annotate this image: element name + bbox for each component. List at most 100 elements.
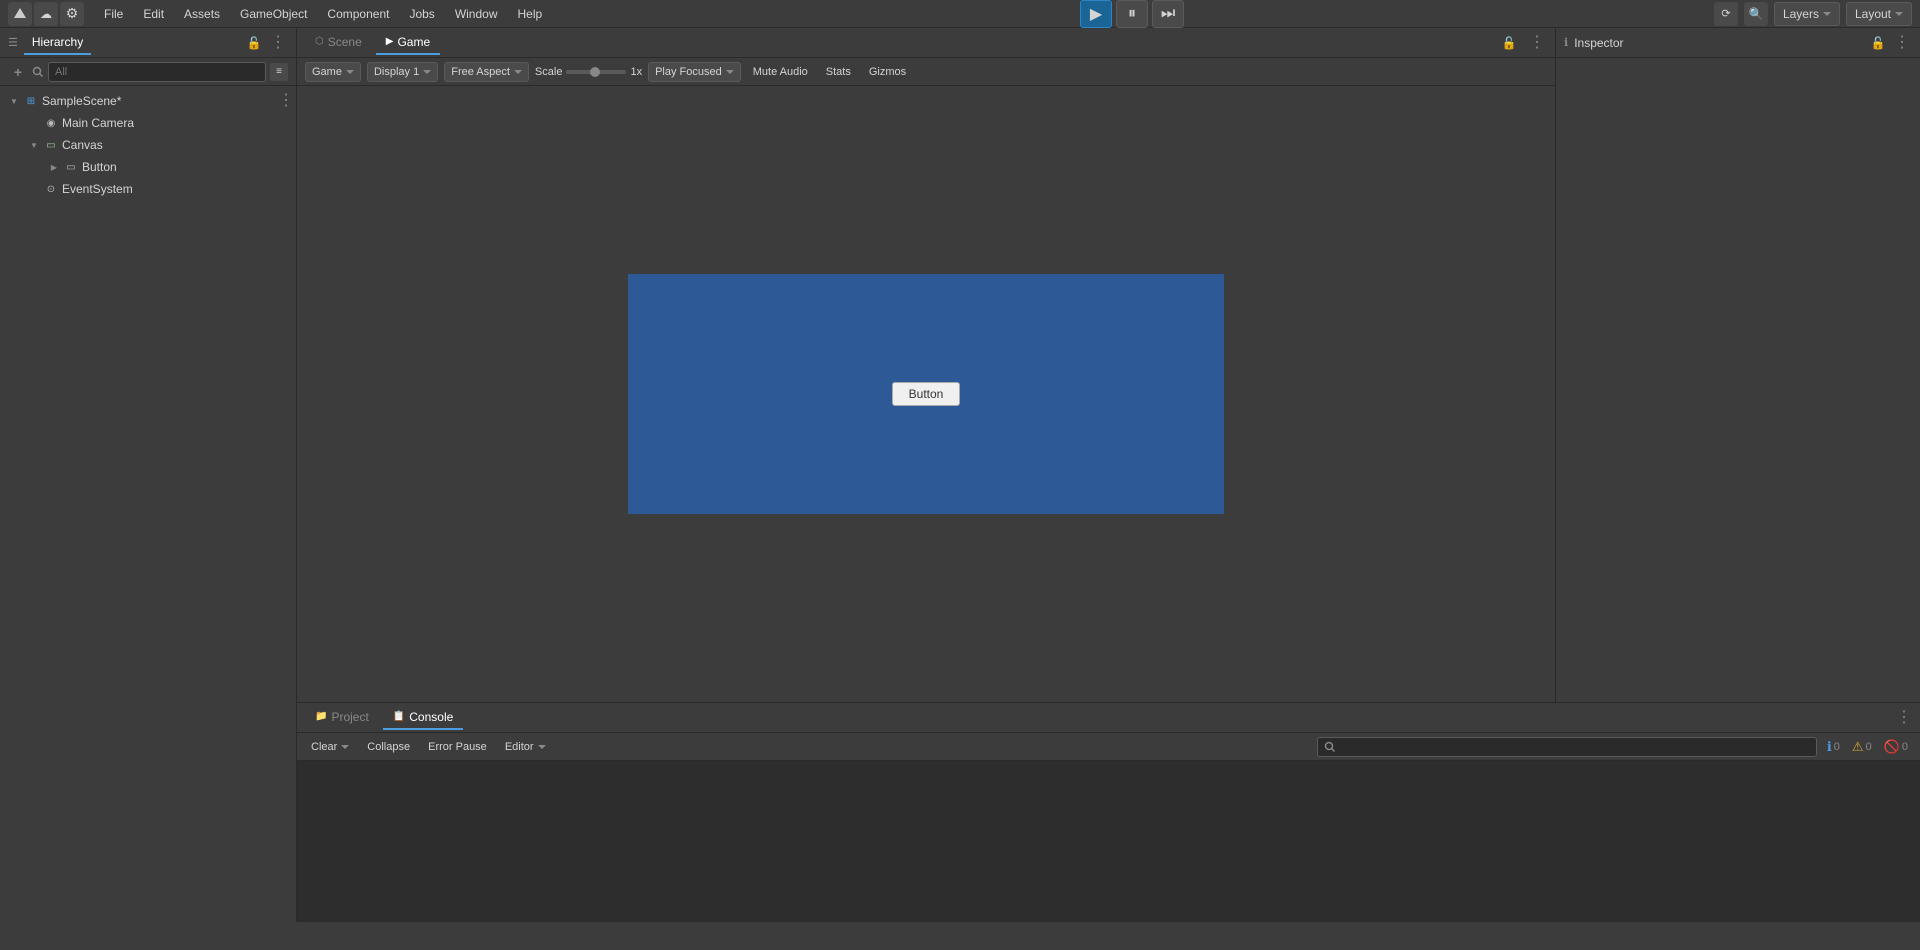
layout-label: Layout (1855, 7, 1891, 21)
collapse-btn[interactable]: Collapse (361, 739, 416, 755)
scene-tab[interactable]: ⬡ Scene (305, 31, 372, 55)
error-pause-btn[interactable]: Error Pause (422, 739, 493, 755)
jobs-menu[interactable]: Jobs (401, 5, 442, 23)
inspector-more-btn[interactable]: ⋮ (1892, 33, 1912, 53)
warn-count: 0 (1866, 741, 1872, 753)
hierarchy-panel: ☰ Hierarchy 🔓 ⋮ + ≡ ▼ ⊞ (0, 28, 297, 922)
scale-control: Scale 1x (535, 66, 642, 78)
console-warn-filter[interactable]: ⚠ 0 (1848, 737, 1876, 757)
inspector-header: ℹ Inspector 🔓 ⋮ (1556, 28, 1920, 58)
hierarchy-search-bar: + ≡ (0, 58, 296, 86)
project-tab-label: Project (331, 710, 368, 724)
tree-item-canvas[interactable]: ▼ ▭ Canvas (0, 134, 296, 156)
layers-dropdown[interactable]: Layers (1774, 2, 1840, 26)
view-more-btn[interactable]: ⋮ (1527, 33, 1547, 53)
scale-slider[interactable] (566, 70, 626, 74)
tree-item-eventsystem[interactable]: ▶ ⊙ EventSystem (0, 178, 296, 200)
center-panel: ⬡ Scene ▶ Game 🔓 ⋮ (297, 28, 1555, 702)
eventsystem-icon: ⊙ (44, 182, 58, 196)
play-focused-dropdown[interactable]: Play Focused (648, 62, 741, 82)
window-menu[interactable]: Window (447, 5, 506, 23)
hierarchy-header: ☰ Hierarchy 🔓 ⋮ (0, 28, 296, 58)
console-error-filter[interactable]: 🚫 0 (1880, 737, 1912, 757)
game-dropdown[interactable]: Game (305, 62, 361, 82)
console-content (297, 761, 1920, 922)
arrow-button: ▶ (48, 161, 60, 173)
project-tab[interactable]: 📁 Project (305, 706, 379, 730)
tree-label-maincamera: Main Camera (62, 116, 134, 130)
arrow-canvas: ▼ (28, 139, 40, 151)
inspector-panel: ℹ Inspector 🔓 ⋮ (1555, 28, 1920, 702)
collapse-btn-label: Collapse (367, 741, 410, 753)
game-viewport: Button (297, 86, 1555, 702)
clear-btn-label: Clear (311, 741, 337, 753)
mute-audio-btn[interactable]: Mute Audio (747, 64, 814, 80)
editor-label: Editor (505, 741, 534, 753)
canvas-icon: ▭ (44, 138, 58, 152)
help-menu[interactable]: Help (510, 5, 551, 23)
component-menu[interactable]: Component (319, 5, 397, 23)
ui-button-widget[interactable]: Button (892, 382, 961, 406)
actual-menu-bar: ☁ ⚙ File Edit Assets GameObject Componen… (0, 0, 1920, 28)
console-toolbar: Clear Collapse Error Pause Editor (297, 733, 1920, 761)
search-global-btn[interactable]: ⚙ (60, 2, 84, 26)
hierarchy-panel-controls: 🔓 ⋮ (244, 33, 288, 53)
hierarchy-tab-label: Hierarchy (32, 35, 83, 49)
console-info-filter[interactable]: ℹ 0 (1823, 737, 1844, 757)
gizmos-btn[interactable]: Gizmos (863, 64, 912, 80)
layout-dropdown[interactable]: Layout (1846, 2, 1912, 26)
console-tab[interactable]: 📋 Console (383, 706, 463, 730)
info-count: 0 (1834, 741, 1840, 753)
tree-label-button: Button (82, 160, 117, 174)
hierarchy-lock-btn[interactable]: 🔓 (244, 33, 264, 53)
history-btn[interactable]: ⟳ (1714, 2, 1738, 26)
scene-tab-label: Scene (328, 35, 362, 49)
search-btn[interactable]: 🔍 (1744, 2, 1768, 26)
inspector-title: Inspector (1574, 36, 1623, 50)
game-tab-icon: ▶ (386, 36, 394, 47)
hierarchy-add-btn[interactable]: + (8, 62, 28, 82)
scene-options-btn[interactable]: ⋮ (276, 91, 296, 111)
pause-button[interactable]: ⏸ (1116, 0, 1148, 28)
game-tab-label: Game (397, 35, 430, 49)
unity-icon[interactable] (8, 2, 32, 26)
display-label: Display 1 (374, 66, 419, 78)
clear-btn[interactable]: Clear (305, 739, 355, 755)
step-button[interactable]: ⏭ (1152, 0, 1184, 28)
play-button[interactable]: ▶ (1080, 0, 1112, 28)
tree-label-samplescene: SampleScene* (42, 94, 121, 108)
hierarchy-tab[interactable]: Hierarchy (24, 31, 91, 55)
hierarchy-search-input[interactable] (48, 62, 266, 82)
file-menu[interactable]: File (96, 5, 131, 23)
game-toolbar: Game Display 1 Free Aspect Scale (297, 58, 1555, 86)
stats-btn[interactable]: Stats (820, 64, 857, 80)
aspect-dropdown[interactable]: Free Aspect (444, 62, 529, 82)
inspector-lock-btn[interactable]: 🔓 (1868, 33, 1888, 53)
error-pause-label: Error Pause (428, 741, 487, 753)
display-dropdown[interactable]: Display 1 (367, 62, 438, 82)
cloud-btn[interactable]: ☁ (34, 2, 58, 26)
console-filter-icons: ℹ 0 ⚠ 0 🚫 0 (1823, 737, 1912, 757)
game-tab[interactable]: ▶ Game (376, 31, 440, 55)
inspector-content (1556, 58, 1920, 702)
maincamera-icon: ◉ (44, 116, 58, 130)
scale-label: Scale (535, 66, 563, 78)
game-canvas: Button (628, 274, 1224, 514)
tree-item-maincamera[interactable]: ▶ ◉ Main Camera (0, 112, 296, 134)
assets-menu[interactable]: Assets (176, 5, 228, 23)
error-count: 0 (1902, 741, 1908, 753)
editor-dropdown-btn[interactable]: Editor (499, 739, 552, 755)
hierarchy-search-options[interactable]: ≡ (270, 63, 288, 81)
view-tabs: ⬡ Scene ▶ Game 🔓 ⋮ (297, 28, 1555, 58)
console-search-bar (1317, 737, 1817, 757)
tree-item-button[interactable]: ▶ ▭ Button (0, 156, 296, 178)
edit-menu[interactable]: Edit (135, 5, 172, 23)
gameobject-menu[interactable]: GameObject (232, 5, 315, 23)
game-label: Game (312, 66, 342, 78)
button-icon: ▭ (64, 160, 78, 174)
hierarchy-more-btn[interactable]: ⋮ (268, 33, 288, 53)
scale-thumb (590, 67, 600, 77)
bottom-panel-more-btn[interactable]: ⋮ (1896, 710, 1912, 726)
tree-item-samplescene[interactable]: ▼ ⊞ SampleScene* ⋮ (0, 90, 296, 112)
view-lock-btn[interactable]: 🔓 (1499, 33, 1519, 53)
